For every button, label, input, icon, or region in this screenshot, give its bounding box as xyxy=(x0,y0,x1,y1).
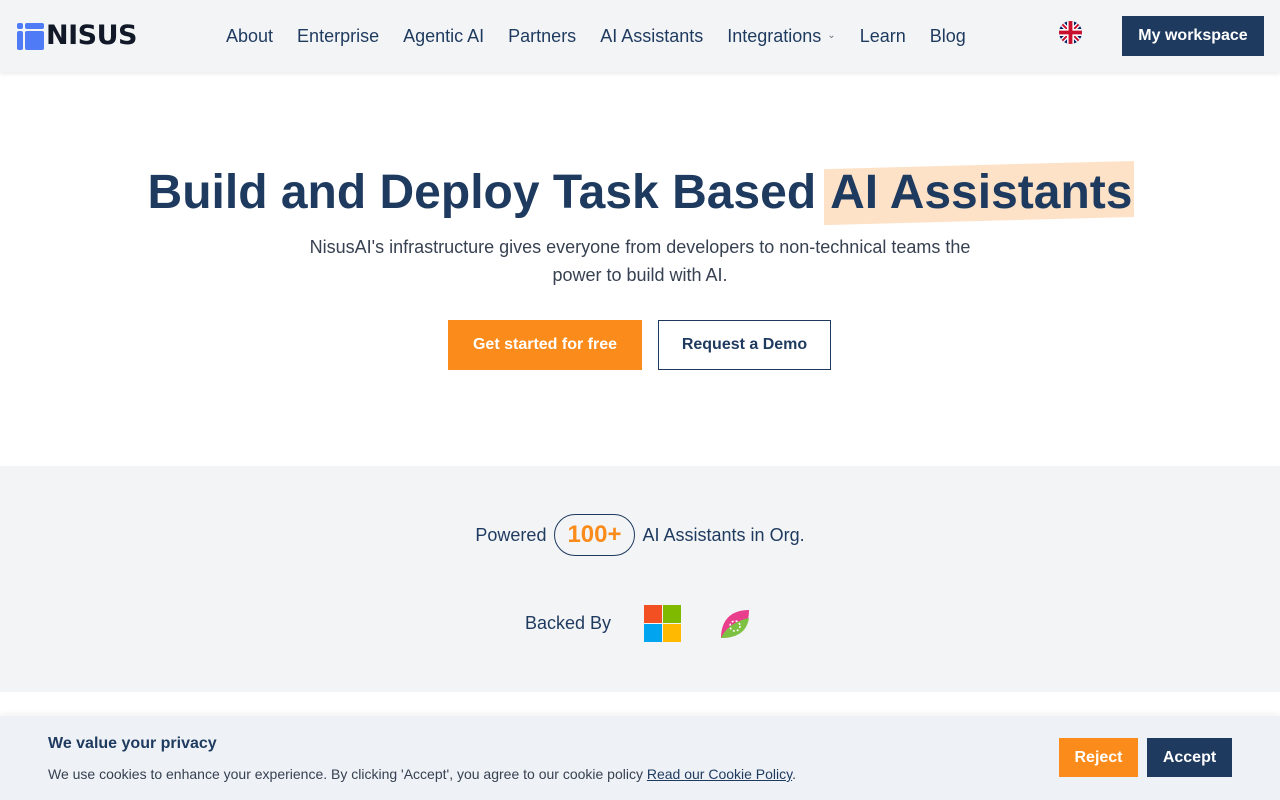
accept-button[interactable]: Accept xyxy=(1147,738,1232,777)
uk-flag-icon[interactable] xyxy=(1059,21,1082,44)
cookie-banner: We value your privacy We use cookies to … xyxy=(0,716,1280,800)
reject-button[interactable]: Reject xyxy=(1059,738,1138,777)
hero-title: Build and Deploy Task Based AI Assistants xyxy=(0,160,1280,226)
nisus-logo[interactable]: NISUS xyxy=(17,22,137,50)
nav-learn[interactable]: Learn xyxy=(860,24,906,48)
my-workspace-button[interactable]: My workspace xyxy=(1122,16,1264,56)
nav-about[interactable]: About xyxy=(226,24,273,48)
logo-text: NISUS xyxy=(46,20,137,51)
cookie-title: We value your privacy xyxy=(48,735,217,752)
nav-agentic-ai[interactable]: Agentic AI xyxy=(403,24,484,48)
request-demo-button[interactable]: Request a Demo xyxy=(658,320,831,370)
main-nav: About Enterprise Agentic AI Partners AI … xyxy=(226,24,990,48)
leaf-logo-icon xyxy=(721,609,750,638)
hero-subtitle: NisusAI's infrastructure gives everyone … xyxy=(309,237,971,285)
logo-mark-icon xyxy=(17,22,44,50)
backed-by-label: Backed By xyxy=(525,613,612,633)
stats-band: Powered 100+ AI Assistants in Org. Backe… xyxy=(0,466,1280,692)
chevron-down-icon: ⌄ xyxy=(827,30,836,41)
microsoft-logo-icon xyxy=(644,605,682,642)
nav-ai-assistants[interactable]: AI Assistants xyxy=(600,24,703,48)
cookie-period: . xyxy=(792,766,797,782)
nav-enterprise[interactable]: Enterprise xyxy=(297,24,379,48)
site-header: NISUS About Enterprise Agentic AI Partne… xyxy=(0,0,1280,72)
cookie-message: We use cookies to enhance your experienc… xyxy=(48,766,643,782)
nav-partners[interactable]: Partners xyxy=(508,24,576,48)
cookie-policy-link[interactable]: Read our Cookie Policy xyxy=(647,766,792,782)
backed-by-row: Backed By xyxy=(525,605,752,642)
hero-title-main: Build and Deploy Task Based xyxy=(147,166,817,219)
assistant-count-badge: 100+ xyxy=(554,514,635,556)
powered-suffix: AI Assistants in Org. xyxy=(642,524,805,545)
powered-label: Powered xyxy=(475,524,547,545)
powered-line: Powered 100+ AI Assistants in Org. xyxy=(0,514,1280,556)
nav-integrations[interactable]: Integrations ⌄ xyxy=(727,24,835,48)
hero-title-highlight-text: AI Assistants xyxy=(830,166,1133,219)
cookie-text: We use cookies to enhance your experienc… xyxy=(48,766,796,782)
get-started-button[interactable]: Get started for free xyxy=(448,320,642,370)
nav-blog[interactable]: Blog xyxy=(930,24,966,48)
nav-integrations-label: Integrations xyxy=(727,26,822,46)
hero-title-highlight: AI Assistants xyxy=(824,160,1135,226)
